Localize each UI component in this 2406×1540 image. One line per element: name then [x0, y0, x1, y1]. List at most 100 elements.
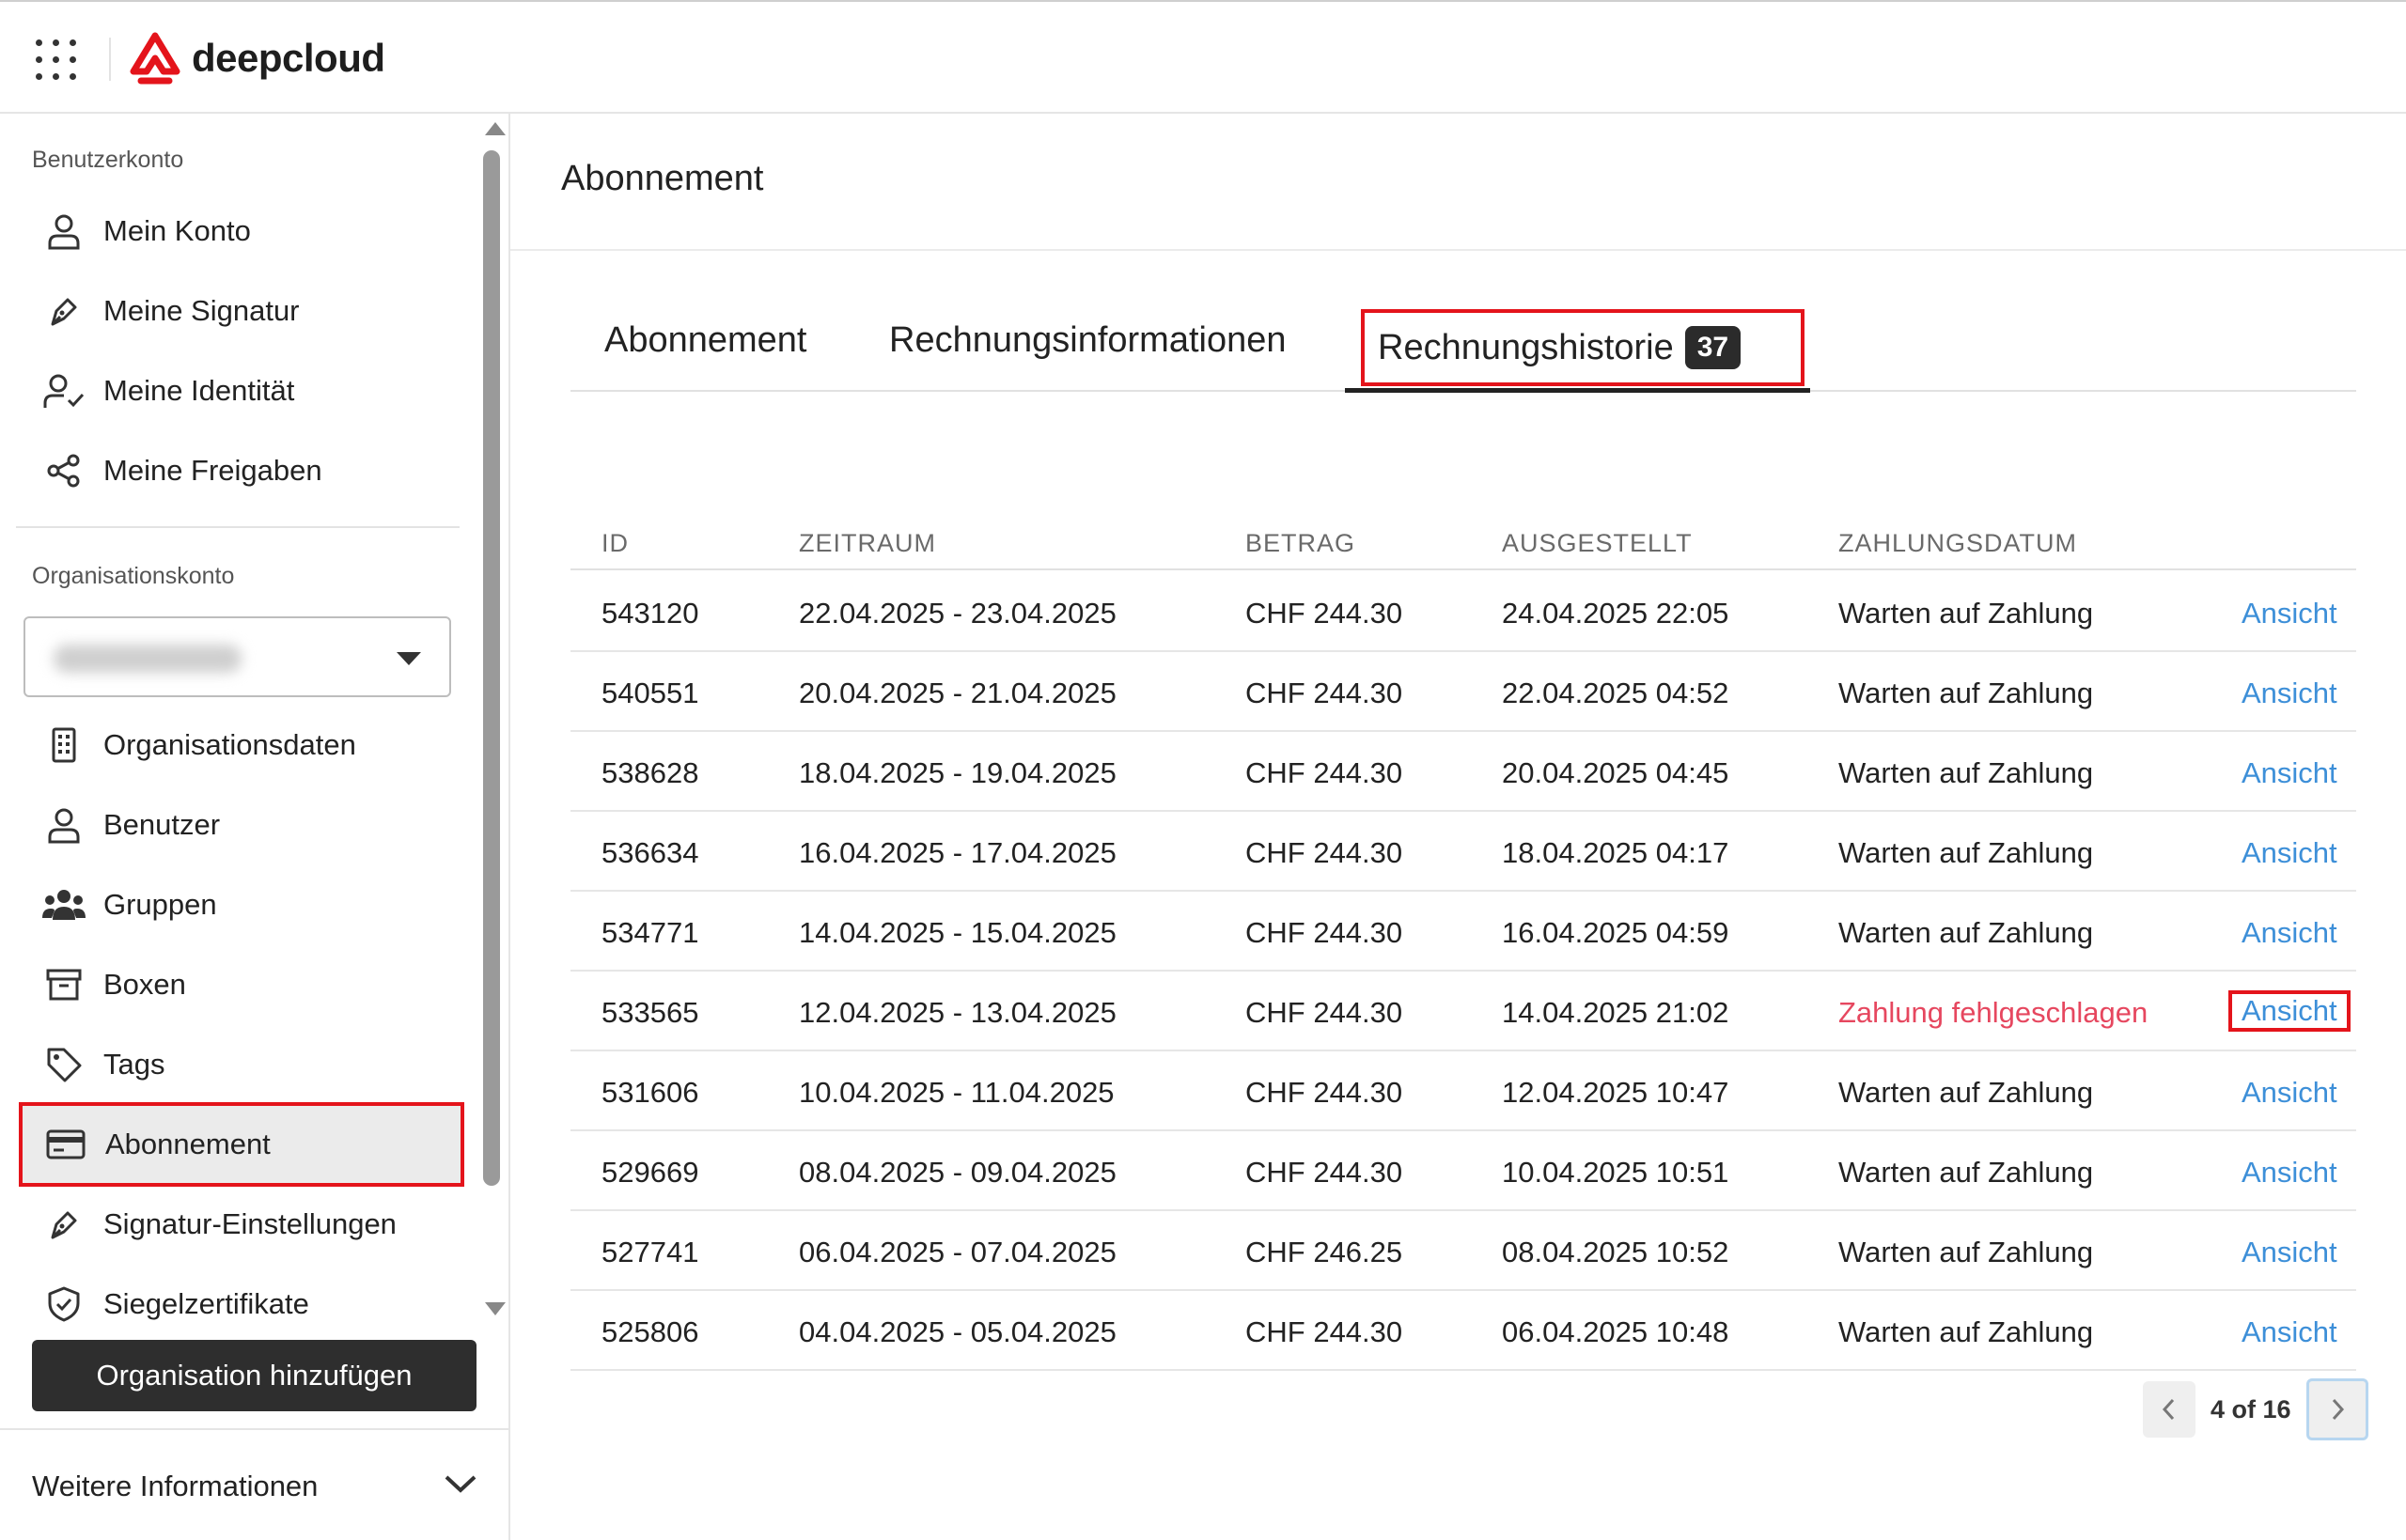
sidebar-scrollbar[interactable]	[481, 118, 506, 1330]
view-link[interactable]: Ansicht	[2242, 756, 2337, 790]
cell-ausgestellt: 12.04.2025 10:47	[1502, 1076, 1729, 1109]
top-bar: deepcloud	[0, 0, 2406, 114]
tab-rechnungsinformationen[interactable]: Rechnungsinformationen	[889, 320, 1287, 361]
pagination: 4 of 16	[2143, 1378, 2368, 1440]
view-link-highlighted[interactable]: Ansicht	[2228, 990, 2351, 1032]
table-row: 527741 06.04.2025 - 07.04.2025 CHF 246.2…	[570, 1211, 2356, 1291]
scroll-up-arrow-icon[interactable]	[485, 122, 506, 135]
cell-zeitraum: 08.04.2025 - 09.04.2025	[799, 1156, 1117, 1189]
sidebar-item-gruppen[interactable]: Gruppen	[21, 868, 462, 941]
user-icon	[41, 209, 86, 254]
title-divider	[510, 249, 2406, 251]
view-link[interactable]: Ansicht	[2242, 597, 2337, 630]
sidebar-item-label: Benutzer	[103, 808, 221, 841]
count-badge: 37	[1684, 326, 1742, 369]
next-page-button[interactable]	[2305, 1378, 2368, 1440]
sidebar-item-tags[interactable]: Tags	[21, 1028, 462, 1101]
shield-check-icon	[41, 1282, 86, 1327]
sidebar: Benutzerkonto Mein Konto Meine Signatur …	[0, 114, 510, 1540]
cell-zeitraum: 18.04.2025 - 19.04.2025	[799, 756, 1117, 789]
prev-page-button[interactable]	[2143, 1381, 2195, 1438]
brand-logo[interactable]: deepcloud	[128, 30, 385, 86]
credit-card-icon	[43, 1122, 88, 1167]
more-info-toggle[interactable]: Weitere Informationen	[0, 1428, 508, 1539]
table-header: ID ZEITRAUM BETRAG AUSGESTELLT ZAHLUNGSD…	[570, 510, 2356, 570]
add-organization-button[interactable]: Organisation hinzufügen	[32, 1340, 477, 1411]
tab-rechnungshistorie[interactable]: Rechnungshistorie 37	[1361, 309, 1804, 386]
cell-id: 540551	[602, 677, 699, 709]
view-link[interactable]: Ansicht	[2242, 836, 2337, 870]
sidebar-item-label: Gruppen	[103, 888, 217, 921]
organization-name-redacted	[54, 645, 242, 673]
app-grid-icon[interactable]	[36, 39, 77, 81]
more-info-label: Weitere Informationen	[32, 1470, 319, 1502]
cell-status: Warten auf Zahlung	[1838, 756, 2094, 789]
table-row: 543120 22.04.2025 - 23.04.2025 CHF 244.3…	[570, 572, 2356, 652]
cell-ausgestellt: 06.04.2025 10:48	[1502, 1315, 1729, 1348]
column-header-zeitraum: ZEITRAUM	[799, 529, 936, 557]
sidebar-item-signatur-einstellungen[interactable]: Signatur-Einstellungen	[21, 1188, 462, 1261]
table-row: 529669 08.04.2025 - 09.04.2025 CHF 244.3…	[570, 1131, 2356, 1211]
page-indicator: 4 of 16	[2211, 1394, 2291, 1423]
cell-zeitraum: 10.04.2025 - 11.04.2025	[799, 1076, 1115, 1109]
view-link[interactable]: Ansicht	[2242, 1156, 2337, 1190]
organization-select[interactable]	[23, 616, 451, 697]
sidebar-item-label: Tags	[103, 1048, 165, 1081]
cell-status-failed: Zahlung fehlgeschlagen	[1838, 996, 2148, 1029]
view-link[interactable]: Ansicht	[2242, 677, 2337, 710]
cell-ausgestellt: 10.04.2025 10:51	[1502, 1156, 1729, 1189]
cell-status: Warten auf Zahlung	[1838, 1156, 2094, 1189]
view-link[interactable]: Ansicht	[2242, 916, 2337, 950]
tab-abonnement[interactable]: Abonnement	[604, 320, 807, 361]
user-check-icon	[41, 368, 86, 413]
sidebar-divider	[16, 526, 460, 528]
cell-betrag: CHF 244.30	[1245, 1076, 1403, 1109]
cell-id: 533565	[602, 996, 699, 1029]
scroll-down-arrow-icon[interactable]	[485, 1302, 506, 1315]
cell-ausgestellt: 22.04.2025 04:52	[1502, 677, 1729, 709]
section-heading-user: Benutzerkonto	[32, 147, 184, 173]
deepcloud-logo-icon	[130, 32, 180, 85]
scrollbar-thumb[interactable]	[483, 150, 500, 1186]
sidebar-item-label: Abonnement	[105, 1128, 271, 1160]
sidebar-item-mein-konto[interactable]: Mein Konto	[21, 194, 462, 268]
cell-ausgestellt: 08.04.2025 10:52	[1502, 1236, 1729, 1268]
tab-label: Rechnungshistorie	[1378, 327, 1674, 367]
view-link[interactable]: Ansicht	[2242, 1315, 2337, 1349]
table-row: 538628 18.04.2025 - 19.04.2025 CHF 244.3…	[570, 732, 2356, 812]
sidebar-item-siegelzertifikate[interactable]: Siegelzertifikate	[21, 1268, 462, 1341]
cell-id: 531606	[602, 1076, 699, 1109]
sidebar-item-meine-freigaben[interactable]: Meine Freigaben	[21, 434, 462, 507]
sidebar-item-meine-identitaet[interactable]: Meine Identität	[21, 354, 462, 428]
cell-status: Warten auf Zahlung	[1838, 1076, 2094, 1109]
user-icon	[41, 802, 86, 848]
tag-icon	[41, 1042, 86, 1087]
cell-status: Warten auf Zahlung	[1838, 1315, 2094, 1348]
sidebar-item-benutzer[interactable]: Benutzer	[21, 788, 462, 862]
cell-id: 536634	[602, 836, 699, 869]
table-row: 533565 12.04.2025 - 13.04.2025 CHF 244.3…	[570, 972, 2356, 1051]
main-content: Abonnement Abonnement Rechnungsinformati…	[510, 114, 2406, 1540]
view-link[interactable]: Ansicht	[2242, 1236, 2337, 1269]
chevron-right-icon	[2332, 1398, 2344, 1421]
cell-id: 538628	[602, 756, 699, 789]
sidebar-item-label: Meine Freigaben	[103, 454, 322, 487]
sidebar-item-abonnement[interactable]: Abonnement	[19, 1102, 464, 1187]
sidebar-item-organisationsdaten[interactable]: Organisationsdaten	[21, 708, 462, 782]
sidebar-item-meine-signatur[interactable]: Meine Signatur	[21, 274, 462, 348]
column-header-id: ID	[602, 529, 629, 557]
cell-status: Warten auf Zahlung	[1838, 597, 2094, 630]
table-row: 536634 16.04.2025 - 17.04.2025 CHF 244.3…	[570, 812, 2356, 892]
sidebar-item-boxen[interactable]: Boxen	[21, 948, 462, 1021]
pen-icon	[41, 1202, 86, 1247]
sidebar-item-label: Siegelzertifikate	[103, 1287, 309, 1320]
sidebar-item-label: Signatur-Einstellungen	[103, 1207, 397, 1240]
cell-ausgestellt: 14.04.2025 21:02	[1502, 996, 1729, 1029]
column-header-zahlungsdatum: ZAHLUNGSDATUM	[1838, 529, 2078, 557]
cell-betrag: CHF 244.30	[1245, 1156, 1403, 1189]
active-tab-indicator	[1345, 388, 1810, 393]
cell-betrag: CHF 244.30	[1245, 597, 1403, 630]
table-row: 525806 04.04.2025 - 05.04.2025 CHF 244.3…	[570, 1291, 2356, 1371]
pen-icon	[41, 288, 86, 334]
view-link[interactable]: Ansicht	[2242, 1076, 2337, 1110]
